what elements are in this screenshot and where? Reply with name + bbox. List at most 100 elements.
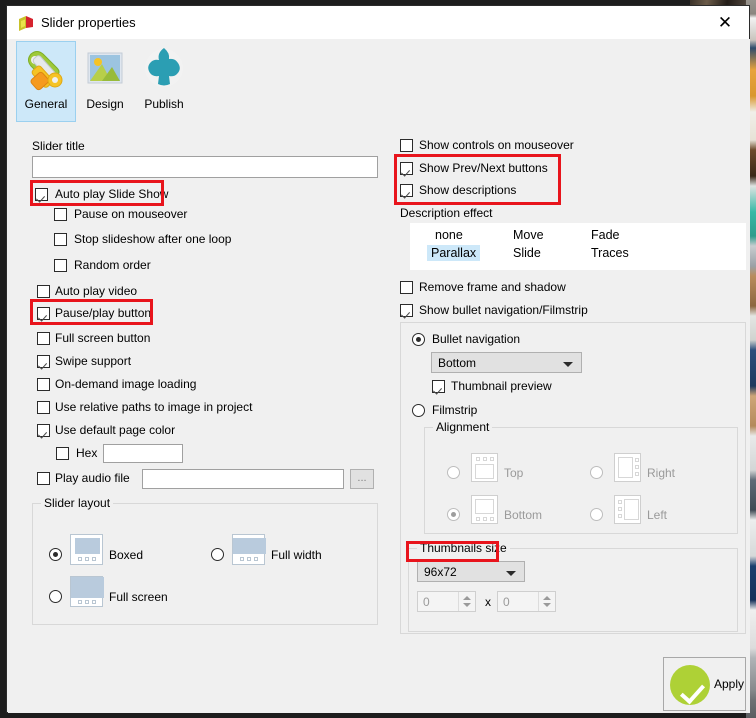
checkbox-auto-play-slide-show[interactable] [35,188,48,201]
apply-button[interactable]: Apply [663,657,746,711]
preview-align-left-icon [614,495,641,524]
thumbnails-size-group-label: Thumbnails size [417,541,510,555]
title-bar: Slider properties ✕ [7,6,749,39]
label-show-prev-next-buttons: Show Prev/Next buttons [419,161,548,175]
checkbox-thumbnail-preview[interactable] [432,380,445,393]
effect-item-traces[interactable]: Traces [587,245,633,261]
label-auto-play-slide-show: Auto play Slide Show [55,187,169,201]
radio-alignment-top[interactable] [447,466,460,479]
label-show-controls-on-mouseover: Show controls on mouseover [419,138,574,152]
checkbox-show-bullet-navigation-filmstrip[interactable] [400,304,413,317]
chevron-down-icon-2 [506,571,516,576]
label-stop-slideshow-after-one-loop: Stop slideshow after one loop [74,232,232,246]
preview-align-top-icon [471,453,498,482]
label-thumbnail-preview: Thumbnail preview [451,379,552,393]
checkbox-auto-play-video[interactable] [37,285,50,298]
upload-cloud-icon [139,44,189,96]
thumbnails-size-combobox[interactable]: 96x72 [417,561,525,582]
label-full-screen-button: Full screen button [55,331,151,345]
thumbnails-size-value: 96x72 [424,565,457,579]
label-layout-full-screen: Full screen [109,590,168,604]
radio-layout-full-screen[interactable] [49,590,62,603]
radio-layout-boxed[interactable] [49,548,62,561]
tab-general[interactable]: General [16,41,76,122]
tab-design-label: Design [86,97,124,111]
label-hex: Hex [76,446,98,460]
checkbox-stop-slideshow-after-one-loop[interactable] [54,233,67,246]
radio-filmstrip[interactable] [412,404,425,417]
slider-layout-group-label: Slider layout [41,496,114,510]
checkbox-pause-play-button[interactable] [37,307,50,320]
radio-alignment-bottom[interactable] [447,508,460,521]
label-pause-play-button: Pause/play button [55,306,152,320]
radio-alignment-left[interactable] [590,508,603,521]
checkbox-swipe-support[interactable] [37,355,50,368]
checkbox-random-order[interactable] [54,259,67,272]
label-random-order: Random order [74,258,151,272]
label-show-bullet-navigation-filmstrip: Show bullet navigation/Filmstrip [419,303,588,317]
browse-audio-button[interactable]: ... [350,469,374,489]
checkbox-show-prev-next-buttons[interactable] [400,162,413,175]
label-layout-full-width: Full width [271,548,322,562]
preview-full-width-icon [232,534,266,565]
thumbnail-height-stepper[interactable]: 0 [497,591,556,612]
effect-item-fade[interactable]: Fade [587,227,624,243]
picture-icon [80,44,130,96]
preview-full-screen-icon [70,576,104,607]
label-alignment-left: Left [647,508,668,522]
label-use-relative-paths: Use relative paths to image in project [55,400,253,414]
label-show-descriptions: Show descriptions [419,183,517,197]
label-alignment-top: Top [504,466,524,480]
close-icon[interactable]: ✕ [709,11,741,35]
app-logo-icon [19,16,33,31]
radio-layout-full-width[interactable] [211,548,224,561]
thumbnail-width-stepper[interactable]: 0 [417,591,476,612]
label-play-audio-file: Play audio file [55,471,130,485]
bullet-position-combobox[interactable]: Bottom [431,352,582,373]
checkbox-play-audio-file[interactable] [37,472,50,485]
tab-design[interactable]: Design [76,42,134,121]
alignment-group-label: Alignment [433,420,493,434]
audio-file-input[interactable] [142,469,344,489]
radio-alignment-right[interactable] [590,466,603,479]
label-auto-play-video: Auto play video [55,284,138,298]
label-bullet-navigation: Bullet navigation [432,332,521,346]
checkbox-full-screen-button[interactable] [37,332,50,345]
green-check-icon [670,665,710,705]
checkbox-show-descriptions[interactable] [400,184,413,197]
tab-strip: General Design Publish [8,39,750,122]
slider-title-input[interactable] [32,156,378,178]
apply-button-label: Apply [714,677,745,691]
checkbox-on-demand-image-loading[interactable] [37,378,50,391]
checkbox-remove-frame-and-shadow[interactable] [400,281,413,294]
checkbox-hex[interactable] [56,447,69,460]
effect-item-parallax[interactable]: Parallax [427,245,481,261]
checkbox-use-default-page-color[interactable] [37,424,50,437]
hex-color-input[interactable] [103,444,183,463]
wrench-screwdriver-icon [21,44,71,96]
slider-properties-dialog: Slider properties ✕ General Design Publi… [6,5,750,713]
thumbnail-width-value: 0 [423,595,430,609]
slider-title-label: Slider title [32,139,85,153]
tab-general-label: General [24,97,68,111]
bullet-position-value: Bottom [438,356,477,370]
label-on-demand-image-loading: On-demand image loading [55,377,197,391]
description-effect-listbox[interactable]: none Parallax Move Slide Fade Traces [410,223,746,270]
effect-item-slide[interactable]: Slide [509,245,545,261]
label-swipe-support: Swipe support [55,354,132,368]
label-layout-boxed: Boxed [109,548,144,562]
label-filmstrip: Filmstrip [432,403,478,417]
checkbox-use-relative-paths[interactable] [37,401,50,414]
preview-align-bottom-icon [471,495,498,524]
label-alignment-bottom: Bottom [504,508,543,522]
thumbnail-size-separator: x [485,595,491,609]
label-alignment-right: Right [647,466,676,480]
effect-item-none[interactable]: none [431,227,467,243]
checkbox-show-controls-on-mouseover[interactable] [400,139,413,152]
radio-bullet-navigation[interactable] [412,333,425,346]
effect-item-move[interactable]: Move [509,227,548,243]
checkbox-pause-on-mouseover[interactable] [54,208,67,221]
tab-publish[interactable]: Publish [135,42,193,121]
label-pause-on-mouseover: Pause on mouseover [74,207,188,221]
tab-publish-label: Publish [144,97,184,111]
